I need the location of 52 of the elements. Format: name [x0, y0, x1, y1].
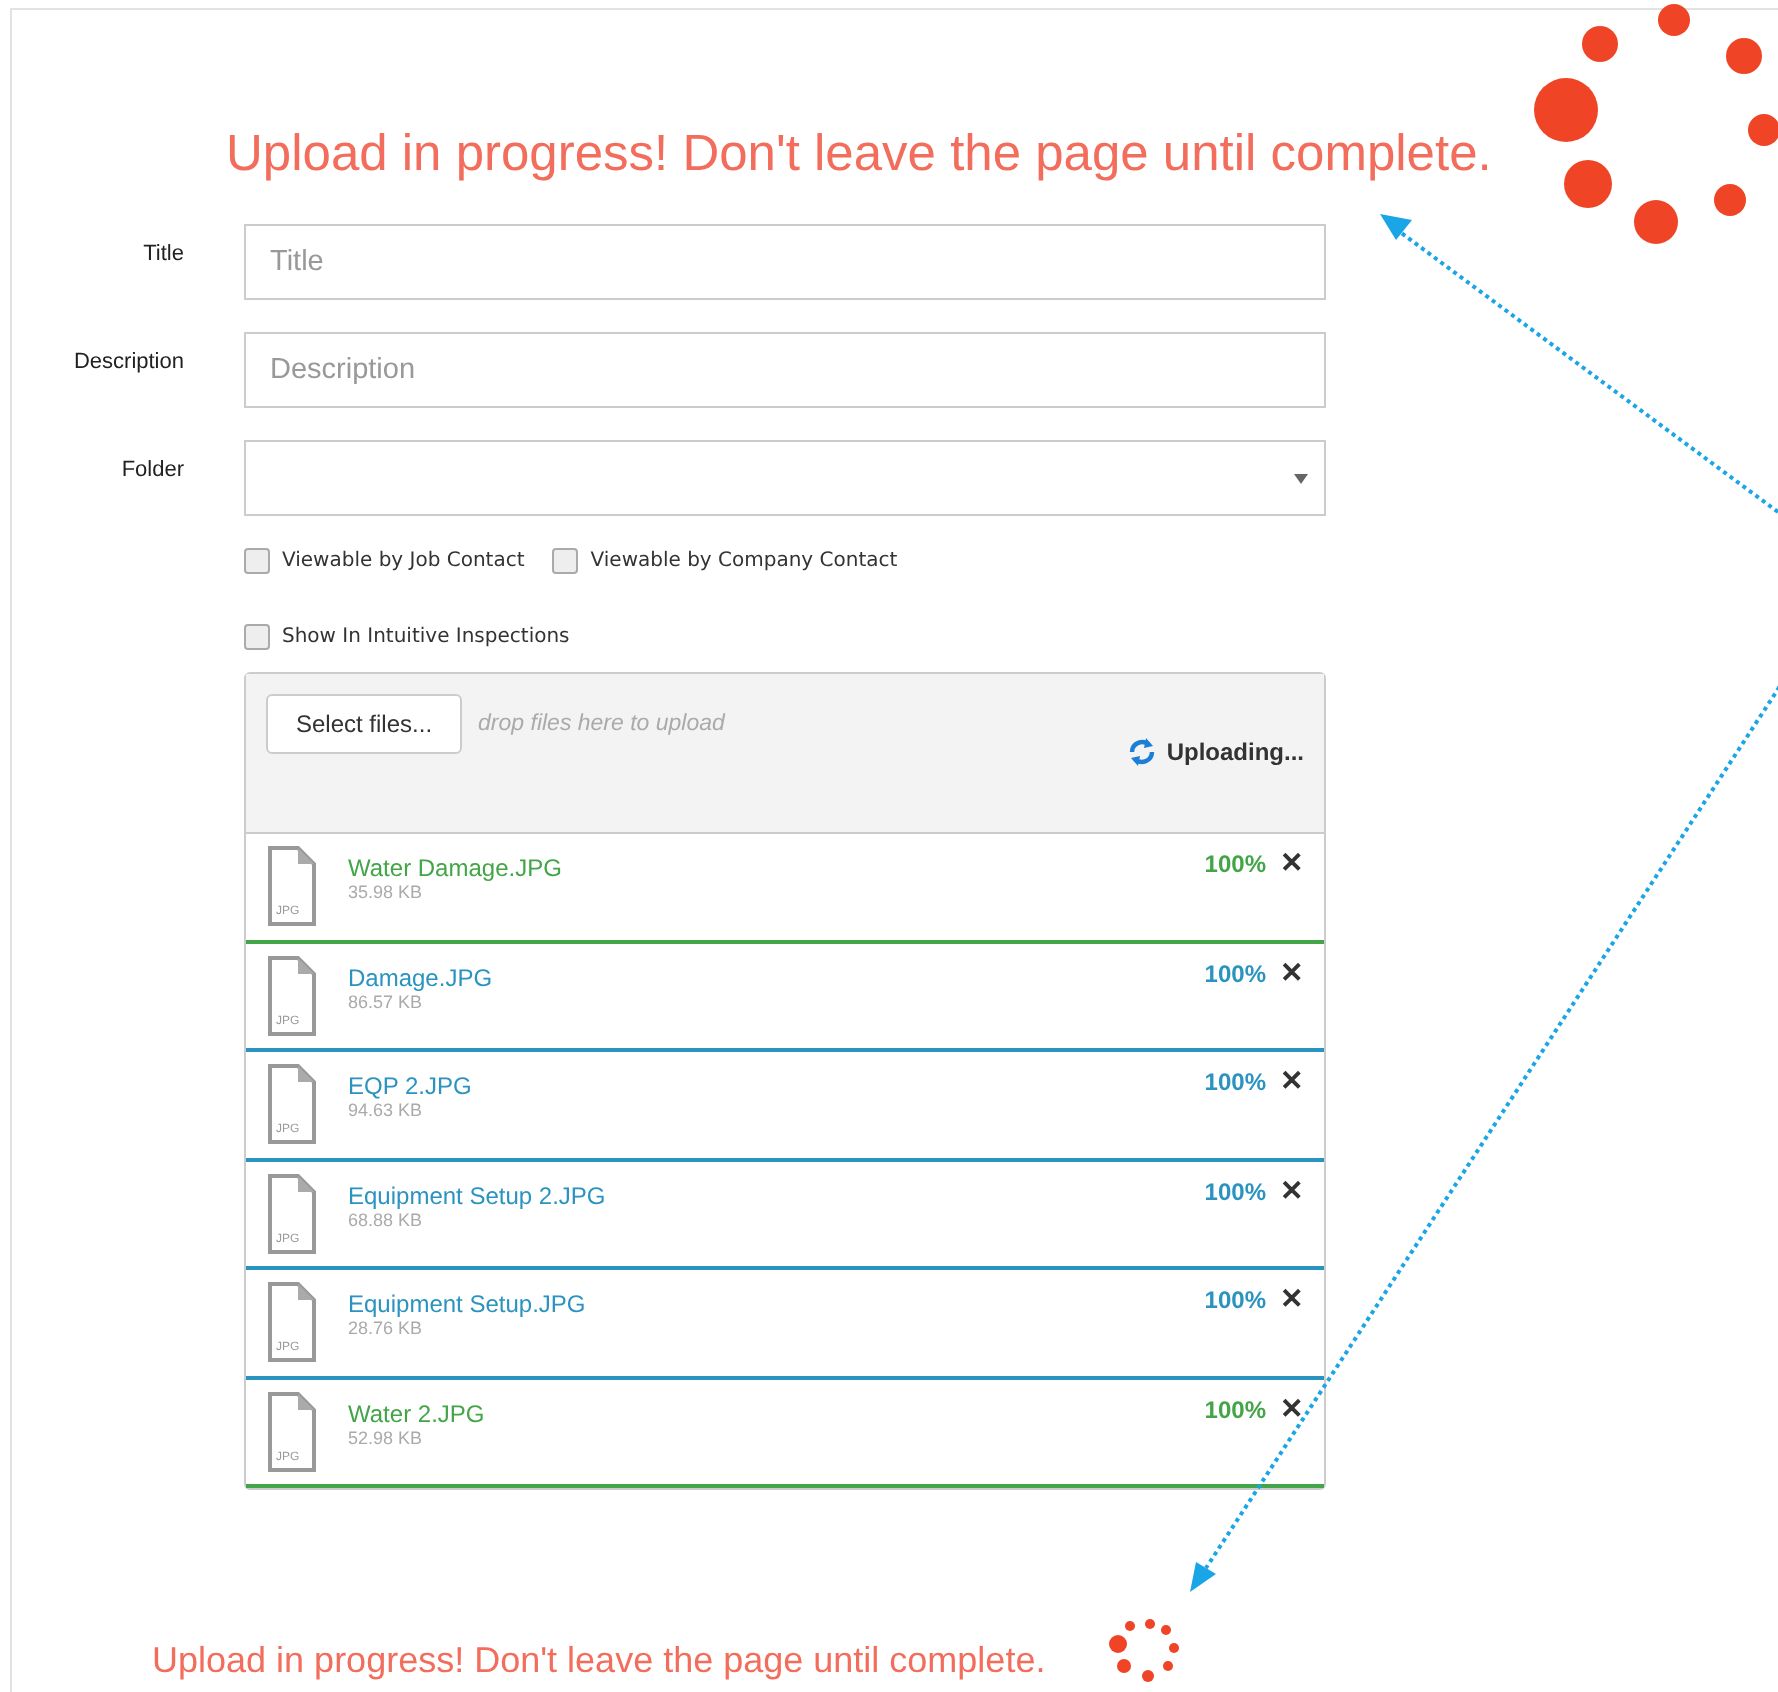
file-icon — [268, 1173, 316, 1253]
remove-file-button[interactable]: ✕ — [1280, 955, 1304, 987]
file-icon — [268, 955, 316, 1035]
drop-zone[interactable]: Select files... drop files here to upload Uploading... — [246, 674, 1324, 834]
remove-file-button[interactable]: ✕ — [1280, 1391, 1304, 1423]
checkbox[interactable] — [244, 548, 270, 574]
checkbox-label: Viewable by Company Contact — [590, 550, 898, 572]
drop-hint: drop files here to upload — [478, 712, 725, 736]
upload-percent: 100% — [1204, 959, 1266, 987]
file-name: Equipment Setup 2.JPG — [348, 1181, 608, 1209]
text-field[interactable]: Description — [244, 332, 1326, 408]
remove-file-button[interactable]: ✕ — [1280, 846, 1304, 878]
file-name: Equipment Setup.JPG — [348, 1290, 588, 1318]
file-icon — [268, 1282, 316, 1362]
select-files-button[interactable]: Select files... — [266, 694, 463, 754]
file-size: 86.57 KB — [348, 991, 425, 1011]
caret-icon — [1294, 473, 1308, 483]
file-name: Damage.JPG — [348, 963, 495, 991]
remove-file-button[interactable]: ✕ — [1280, 1282, 1304, 1314]
file-size: 28.76 KB — [348, 1318, 425, 1338]
file-name: EQP 2.JPG — [348, 1072, 474, 1100]
file-icon — [268, 1391, 316, 1471]
loading-spinner-icon — [1534, 4, 1778, 244]
field-label: Title — [141, 240, 184, 266]
remove-file-button[interactable]: ✕ — [1280, 1173, 1304, 1205]
file-size: 52.98 KB — [348, 1427, 425, 1447]
file-name: Water Damage.JPG — [348, 854, 564, 882]
file-icon — [268, 1064, 316, 1144]
upload-percent: 100% — [1204, 850, 1266, 878]
checkbox[interactable] — [552, 548, 579, 574]
upload-percent: 100% — [1204, 1177, 1266, 1205]
checkbox-label: Show In Intuitive Inspections — [282, 626, 570, 648]
checkbox-label: Viewable by Job Contact — [282, 550, 525, 572]
upload-warning-message: Upload in progress! Don't leave the page until complete. — [152, 1640, 1046, 1680]
file-size: 35.98 KB — [348, 882, 425, 902]
upload-status: Uploading... — [1166, 738, 1304, 766]
field-label: Folder — [119, 456, 184, 482]
text-field[interactable]: Title — [244, 224, 1326, 300]
upload-percent: 100% — [1204, 1286, 1266, 1314]
field-label: Description — [71, 348, 184, 374]
refresh-icon — [1128, 736, 1157, 768]
file-name: Water 2.JPG — [348, 1399, 487, 1427]
upload-percent: 100% — [1204, 1068, 1266, 1096]
file-icon — [268, 846, 316, 926]
checkbox[interactable] — [244, 624, 270, 650]
folder-dropdown[interactable] — [244, 440, 1326, 516]
upload-percent: 100% — [1204, 1395, 1266, 1423]
remove-file-button[interactable]: ✕ — [1280, 1064, 1304, 1096]
file-size: 94.63 KB — [348, 1100, 425, 1120]
upload-warning-heading: Upload in progress! Don't leave the page until complete. — [226, 126, 1492, 186]
file-size: 68.88 KB — [348, 1209, 425, 1229]
loading-spinner-icon — [1109, 1619, 1179, 1682]
